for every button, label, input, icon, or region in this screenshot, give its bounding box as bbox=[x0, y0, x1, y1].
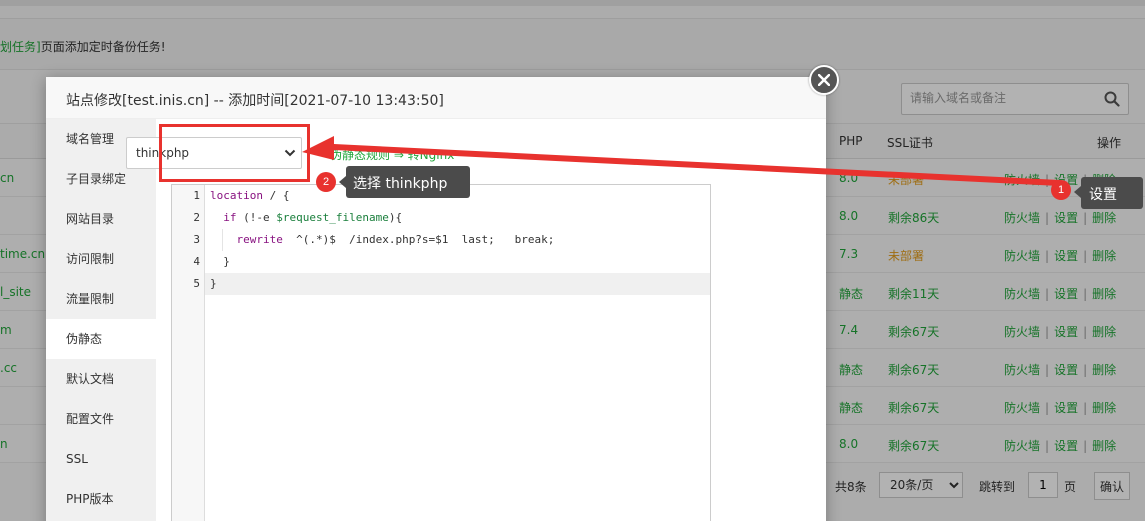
code-editor[interactable]: 1 2 3 4 5 location / { if (!-e $request_file… bbox=[171, 184, 711, 521]
code-line-1: location / { bbox=[210, 189, 290, 202]
line-number: 3 bbox=[193, 233, 200, 246]
sidebar-item-7[interactable]: 默认文档 bbox=[46, 359, 156, 399]
line-number: 5 bbox=[193, 277, 200, 290]
sidebar-item-3[interactable]: 网站目录 bbox=[46, 199, 156, 239]
modal-close-button[interactable] bbox=[809, 65, 839, 95]
code-line-4: } bbox=[210, 255, 230, 268]
step-2-badge: 2 bbox=[316, 172, 336, 192]
step-1-callout: 设置 bbox=[1081, 177, 1143, 209]
modal-header: 站点修改[test.inis.cn] -- 添加时间[2021-07-10 13… bbox=[46, 77, 826, 119]
sidebar-item-9[interactable]: SSL bbox=[46, 439, 156, 479]
line-number: 1 bbox=[193, 189, 200, 202]
step-1-callout-arrow bbox=[1074, 186, 1081, 198]
code-line-5: } bbox=[210, 277, 217, 290]
code-line-2: if (!-e $request_filename){ bbox=[223, 211, 403, 224]
modal-title: 站点修改[test.inis.cn] -- 添加时间[2021-07-10 13… bbox=[66, 93, 444, 109]
active-line-highlight bbox=[172, 273, 710, 295]
step-1-badge: 1 bbox=[1051, 180, 1071, 200]
modal-sidebar: 域名管理 子目录绑定 网站目录 访问限制 流量限制 伪静态 默认文档 配置文件 SSL PHP版本 bbox=[46, 119, 156, 521]
sidebar-item-5[interactable]: 流量限制 bbox=[46, 279, 156, 319]
close-icon bbox=[818, 74, 830, 86]
code-line-3: rewrite ^(.*)$ /index.php?s=$1 last; bre… bbox=[236, 233, 555, 246]
highlight-box bbox=[159, 124, 310, 182]
step-2-callout: 选择 thinkphp bbox=[346, 166, 470, 198]
step-2-callout-arrow bbox=[339, 176, 346, 188]
rewrite-convert-text: 伪静态规则 ⇒ 转Nginx bbox=[330, 148, 455, 162]
line-number: 2 bbox=[193, 211, 200, 224]
sidebar-item-8[interactable]: 配置文件 bbox=[46, 399, 156, 439]
line-number: 4 bbox=[193, 255, 200, 268]
sidebar-item-10[interactable]: PHP版本 bbox=[46, 479, 156, 519]
sidebar-item-6[interactable]: 伪静态 bbox=[46, 319, 156, 359]
sidebar-item-4[interactable]: 访问限制 bbox=[46, 239, 156, 279]
